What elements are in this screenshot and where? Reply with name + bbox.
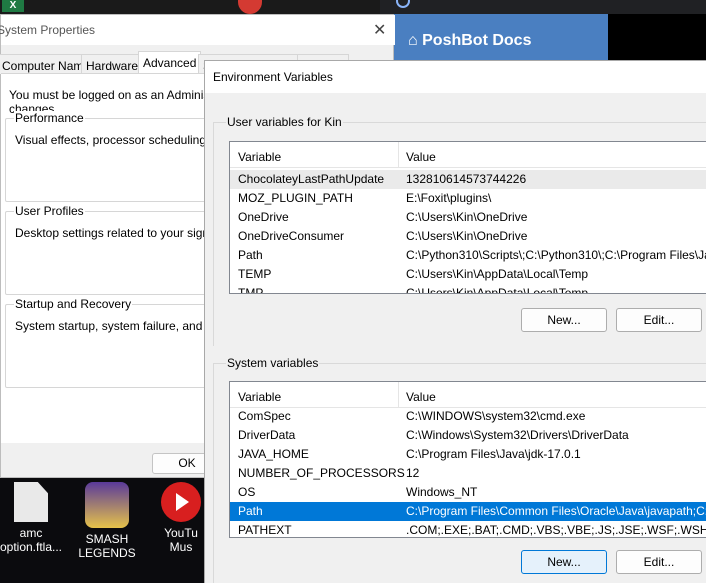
variable-value: E:\Foxit\plugins\ [406, 191, 492, 205]
file-icon [14, 482, 48, 522]
user-edit-button[interactable]: Edit... [616, 308, 702, 332]
user-new-button[interactable]: New... [521, 308, 607, 332]
table-row[interactable]: NUMBER_OF_PROCESSORS 12 [230, 464, 706, 483]
desktop-icon-smash-legends[interactable]: SMASH LEGENDS [72, 478, 142, 560]
site-title: PoshBot Docs [422, 32, 532, 49]
desktop-icon-label: option.ftla... [0, 540, 63, 554]
desktop-icon-label: amc [19, 526, 43, 540]
variable-name: NUMBER_OF_PROCESSORS [238, 466, 405, 480]
browser-site-header[interactable]: ⌂ PoshBot Docs [394, 14, 608, 60]
variable-name: MOZ_PLUGIN_PATH [238, 191, 353, 205]
user-variables-label: User variables for Kin [226, 115, 343, 129]
table-row-selected[interactable]: Path C:\Program Files\Common Files\Oracl… [230, 502, 706, 521]
table-row[interactable]: ChocolateyLastPathUpdate 132810614573744… [230, 170, 706, 189]
environment-variables-dialog: Environment Variables User variables for… [204, 60, 706, 583]
table-row[interactable]: OneDriveConsumer C:\Users\Kin\OneDrive [230, 227, 706, 246]
group-legend: Performance [14, 111, 85, 125]
user-variables-list[interactable]: Variable Value ChocolateyLastPathUpdate … [229, 141, 706, 294]
browser-window-strip [380, 0, 706, 14]
variable-value: Windows_NT [406, 485, 478, 499]
variable-value: .COM;.EXE;.BAT;.CMD;.VBS;.VBE;.JS;.JSE;.… [406, 523, 706, 537]
variable-name: DriverData [238, 428, 296, 442]
variable-name: Path [238, 248, 263, 262]
group-legend: Startup and Recovery [14, 297, 133, 311]
table-row[interactable]: JAVA_HOME C:\Program Files\Java\jdk-17.0… [230, 445, 706, 464]
system-variables-list[interactable]: Variable Value ComSpec C:\WINDOWS\system… [229, 381, 706, 538]
column-header-variable[interactable]: Variable [238, 390, 281, 404]
browser-icon [396, 0, 410, 8]
table-row[interactable]: MOZ_PLUGIN_PATH E:\Foxit\plugins\ [230, 189, 706, 208]
window-title: System Properties [0, 23, 96, 37]
browser-dark-area [608, 14, 706, 60]
variable-value: C:\Users\Kin\AppData\Local\Temp [406, 267, 589, 281]
variable-name: OneDrive [238, 210, 289, 224]
variable-name: OneDriveConsumer [238, 229, 345, 243]
variable-value: C:\Python310\Scripts\;C:\Python310\;C:\P… [406, 248, 706, 262]
variable-value: C:\Program Files\Common Files\Oracle\Jav… [406, 504, 706, 518]
table-row[interactable]: OneDrive C:\Users\Kin\OneDrive [230, 208, 706, 227]
variable-value: C:\Users\Kin\AppData\Local\Temp [406, 286, 589, 294]
column-separator[interactable] [398, 142, 399, 168]
youtube-music-icon [161, 482, 201, 522]
table-row[interactable]: Path C:\Python310\Scripts\;C:\Python310\… [230, 246, 706, 265]
variable-name: ChocolateyLastPathUpdate [238, 172, 385, 186]
variable-name: Path [238, 504, 263, 518]
system-variables-label: System variables [226, 356, 320, 370]
desktop-icon-label: LEGENDS [78, 546, 136, 560]
desktop-icon-amc[interactable]: amc option.ftla... [0, 478, 66, 554]
variable-value: 132810614573744226 [406, 172, 527, 186]
variable-name: ComSpec [238, 409, 291, 423]
variable-name: TEMP [238, 267, 272, 281]
group-legend: User Profiles [14, 204, 85, 218]
tab-hardware[interactable]: Hardware [81, 54, 144, 74]
close-icon[interactable]: ✕ [373, 20, 386, 40]
site-logo-icon: ⌂ [408, 32, 418, 49]
group-description: Desktop settings related to your sign-in [15, 226, 223, 240]
variable-value: C:\Program Files\Java\jdk-17.0.1 [406, 447, 581, 461]
excel-icon: X [2, 0, 24, 12]
variable-name: TMP [238, 286, 264, 294]
variable-name: JAVA_HOME [238, 447, 309, 461]
table-row[interactable]: ComSpec C:\WINDOWS\system32\cmd.exe [230, 407, 706, 426]
variable-value: C:\Users\Kin\OneDrive [406, 229, 528, 243]
table-row[interactable]: TEMP C:\Users\Kin\AppData\Local\Temp [230, 265, 706, 284]
env-vars-titlebar: Environment Variables [205, 61, 706, 93]
list-header: Variable Value [230, 142, 706, 168]
variable-value: 12 [406, 466, 420, 480]
column-header-value[interactable]: Value [406, 150, 436, 164]
table-row[interactable]: OS Windows_NT [230, 483, 706, 502]
column-separator[interactable] [398, 382, 399, 408]
desktop-icons: amc option.ftla... SMASH LEGENDS YouTu M… [0, 478, 204, 583]
dialog-title: Environment Variables [213, 70, 333, 84]
list-header: Variable Value [230, 382, 706, 408]
column-header-value[interactable]: Value [406, 390, 436, 404]
variable-name: PATHEXT [238, 523, 292, 537]
desktop-icon-label: SMASH [85, 532, 129, 546]
table-row[interactable]: TMP C:\Users\Kin\AppData\Local\Temp [230, 284, 706, 294]
variable-name: OS [238, 485, 256, 499]
variable-value: C:\WINDOWS\system32\cmd.exe [406, 409, 586, 423]
system-new-button[interactable]: New... [521, 550, 607, 574]
column-header-variable[interactable]: Variable [238, 150, 281, 164]
tab-advanced[interactable]: Advanced [138, 51, 202, 75]
variable-value: C:\Windows\System32\Drivers\DriverData [406, 428, 629, 442]
system-properties-titlebar: System Properties ✕ [0, 15, 395, 45]
table-row[interactable]: PATHEXT .COM;.EXE;.BAT;.CMD;.VBS;.VBE;.J… [230, 521, 706, 537]
system-edit-button[interactable]: Edit... [616, 550, 702, 574]
game-icon [85, 482, 129, 528]
variable-value: C:\Users\Kin\OneDrive [406, 210, 528, 224]
table-row[interactable]: DriverData C:\Windows\System32\Drivers\D… [230, 426, 706, 445]
